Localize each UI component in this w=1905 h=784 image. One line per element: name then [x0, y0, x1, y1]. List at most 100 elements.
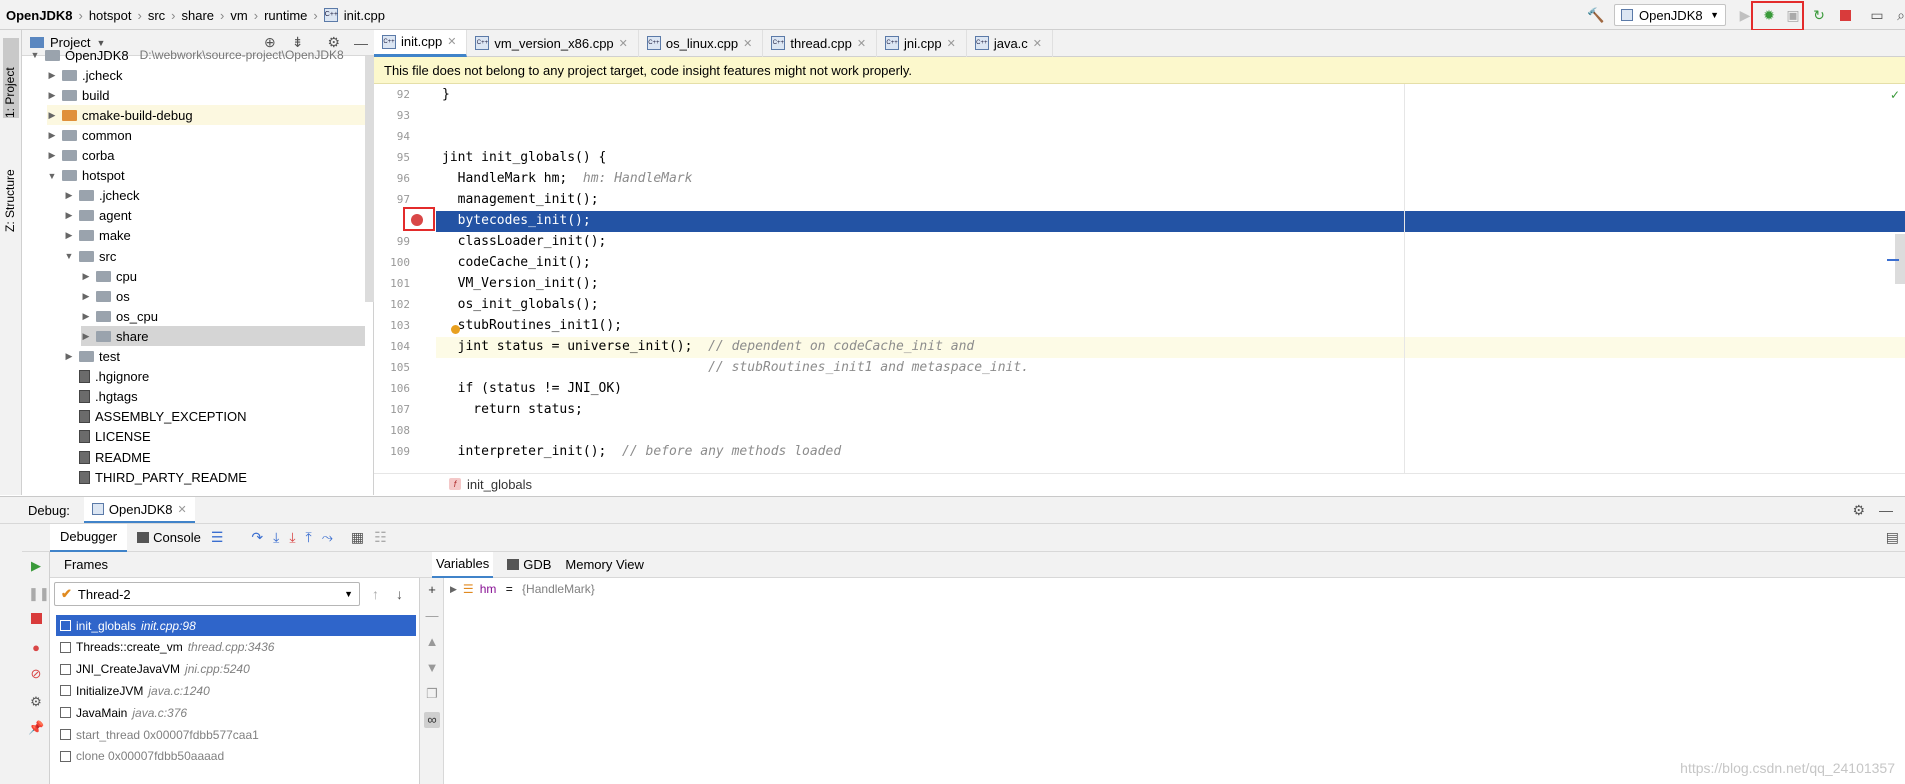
- step-out-icon[interactable]: ⤒: [306, 529, 312, 546]
- remove-icon[interactable]: —: [424, 608, 440, 624]
- trace-icon[interactable]: ☷: [374, 529, 387, 546]
- code-line[interactable]: }: [442, 84, 450, 105]
- tree-item[interactable]: ▶ corba: [47, 146, 115, 166]
- close-icon[interactable]: ✕: [178, 503, 187, 516]
- code-line[interactable]: jint status = universe_init(); // depend…: [442, 336, 975, 357]
- tree-item[interactable]: ▶ common: [47, 125, 132, 145]
- add-icon[interactable]: +: [424, 582, 440, 598]
- editor-tab[interactable]: C++ os_linux.cpp ✕: [639, 29, 764, 57]
- glasses-icon[interactable]: ∞: [424, 712, 440, 728]
- tree-item[interactable]: LICENSE: [64, 427, 151, 447]
- chevron-down-icon[interactable]: ▼: [64, 251, 74, 261]
- tree-item[interactable]: ▼ OpenJDK8 D:\webwork\source-project\OpenJ…: [30, 45, 344, 65]
- code-line[interactable]: if (status != JNI_OK): [442, 378, 622, 399]
- step-into-icon[interactable]: ⤓: [273, 529, 279, 546]
- tab-memory-view[interactable]: Memory View: [565, 557, 644, 572]
- layout-icon[interactable]: ▤: [1886, 529, 1899, 546]
- tree-item[interactable]: ▶ .jcheck: [47, 65, 123, 85]
- editor-tab[interactable]: C++ vm_version_x86.cpp ✕: [467, 29, 639, 57]
- chevron-right-icon[interactable]: ▶: [64, 210, 74, 221]
- code-line[interactable]: return status;: [442, 399, 583, 420]
- debug-session-tab[interactable]: OpenJDK8 ✕: [83, 497, 195, 523]
- editor-tab[interactable]: C++ thread.cpp ✕: [763, 29, 878, 57]
- debug-bug-icon[interactable]: ✹: [1758, 4, 1780, 26]
- chevron-right-icon[interactable]: ▶: [64, 190, 74, 201]
- breadcrumb-item[interactable]: OpenJDK8: [6, 8, 72, 23]
- tab-gdb[interactable]: GDB: [507, 557, 551, 572]
- view-breakpoints-icon[interactable]: ●: [28, 640, 44, 656]
- chevron-right-icon[interactable]: ▶: [47, 130, 57, 141]
- chevron-right-icon[interactable]: ▶: [64, 230, 74, 241]
- code-line[interactable]: HandleMark hm; hm: HandleMark: [442, 168, 693, 189]
- frame-row[interactable]: Threads::create_vm thread.cpp:3436: [56, 637, 416, 658]
- pause-icon[interactable]: ❚❚: [28, 586, 50, 602]
- pin-icon[interactable]: 📌: [28, 720, 44, 736]
- search-icon[interactable]: ⌕: [1890, 4, 1905, 26]
- tab-console[interactable]: Console: [137, 530, 201, 545]
- frame-row[interactable]: init_globals init.cpp:98: [56, 615, 416, 636]
- terminal-icon[interactable]: ▭: [1866, 4, 1888, 26]
- close-icon[interactable]: ✕: [1033, 37, 1042, 50]
- stop-icon[interactable]: [28, 612, 44, 628]
- stop-icon[interactable]: [1834, 4, 1856, 26]
- editor-tab[interactable]: C++ init.cpp ✕: [374, 29, 468, 57]
- tree-item[interactable]: ASSEMBLY_EXCEPTION: [64, 407, 246, 427]
- close-icon[interactable]: ✕: [947, 37, 956, 50]
- tree-item[interactable]: ▼ src: [64, 246, 117, 266]
- tree-item[interactable]: ▶ agent: [64, 206, 132, 226]
- tree-item[interactable]: THIRD_PARTY_README: [64, 467, 247, 487]
- code-line[interactable]: os_init_globals();: [442, 294, 599, 315]
- arrow-down-icon[interactable]: ↓: [396, 586, 403, 602]
- evaluate-expression-icon[interactable]: ▦: [351, 529, 364, 546]
- hide-panel-icon[interactable]: —: [354, 35, 368, 51]
- breadcrumb-item[interactable]: src: [148, 8, 165, 23]
- chevron-right-icon[interactable]: ▶: [81, 271, 91, 282]
- variable-row[interactable]: ▶ ☰ hm = {HandleMark}: [450, 582, 595, 596]
- arrow-up-icon[interactable]: ↑: [372, 586, 379, 602]
- tab-variables[interactable]: Variables: [432, 551, 494, 578]
- chevron-right-icon[interactable]: ▶: [81, 331, 91, 342]
- chevron-right-icon[interactable]: ▶: [81, 291, 91, 302]
- code-editor[interactable]: 92 93 94 95 96 97 98 99 100 101 102 103 104 105 106 107…: [374, 84, 1905, 473]
- tab-debugger[interactable]: Debugger: [50, 523, 128, 552]
- code-line[interactable]: // stubRoutines_init1 and metaspace_init…: [442, 357, 1029, 378]
- mute-breakpoints-icon[interactable]: ⊘: [28, 666, 44, 682]
- code-line[interactable]: management_init();: [442, 189, 599, 210]
- structure-tool-tab[interactable]: Z: Structure: [3, 148, 17, 232]
- frame-row[interactable]: JNI_CreateJavaVM jni.cpp:5240: [56, 659, 416, 680]
- gear-icon[interactable]: ⚙: [1852, 502, 1865, 519]
- force-step-into-icon[interactable]: ⤓: [289, 529, 295, 546]
- step-over-icon[interactable]: ↷: [251, 529, 263, 546]
- close-icon[interactable]: ✕: [857, 37, 866, 50]
- tree-item[interactable]: ▶ cmake-build-debug: [47, 105, 367, 126]
- scrollbar[interactable]: [365, 56, 374, 302]
- frame-row[interactable]: clone 0x00007fdbb50aaaad: [56, 746, 416, 767]
- code-line[interactable]: codeCache_init();: [442, 252, 591, 273]
- frame-row[interactable]: start_thread 0x00007fdbb577caa1: [56, 724, 416, 745]
- tree-item[interactable]: ▶ os: [81, 286, 130, 306]
- chevron-right-icon[interactable]: ▶: [47, 90, 57, 101]
- close-icon[interactable]: ✕: [619, 37, 628, 50]
- chevron-right-icon[interactable]: ▶: [64, 351, 74, 362]
- breadcrumb-item[interactable]: share: [182, 8, 215, 23]
- chevron-right-icon[interactable]: ▶: [47, 150, 57, 161]
- hide-panel-icon[interactable]: —: [1879, 502, 1893, 518]
- rerun-icon[interactable]: ↻: [1808, 4, 1830, 26]
- tree-item[interactable]: ▶ .jcheck: [64, 186, 140, 206]
- current-function-label[interactable]: init_globals: [467, 477, 532, 492]
- resume-icon[interactable]: ▶: [28, 558, 44, 574]
- code-line[interactable]: stubRoutines_init1();: [442, 315, 622, 336]
- breadcrumb-item[interactable]: init.cpp: [344, 8, 385, 23]
- arrow-down-icon[interactable]: ▼: [424, 660, 440, 676]
- tree-item[interactable]: ▶ build: [47, 85, 110, 105]
- chevron-right-icon[interactable]: ▶: [47, 110, 57, 121]
- menu-icon[interactable]: ☰: [211, 529, 224, 546]
- code-line[interactable]: interpreter_init(); // before any method…: [442, 441, 842, 462]
- code-line[interactable]: VM_Version_init();: [442, 273, 599, 294]
- code-line[interactable]: jint init_globals() {: [442, 147, 606, 168]
- chevron-right-icon[interactable]: ▶: [81, 311, 91, 322]
- chevron-right-icon[interactable]: ▶: [450, 584, 457, 595]
- breadcrumb-item[interactable]: runtime: [264, 8, 307, 23]
- tree-item[interactable]: README: [64, 447, 151, 467]
- close-icon[interactable]: ✕: [447, 35, 456, 48]
